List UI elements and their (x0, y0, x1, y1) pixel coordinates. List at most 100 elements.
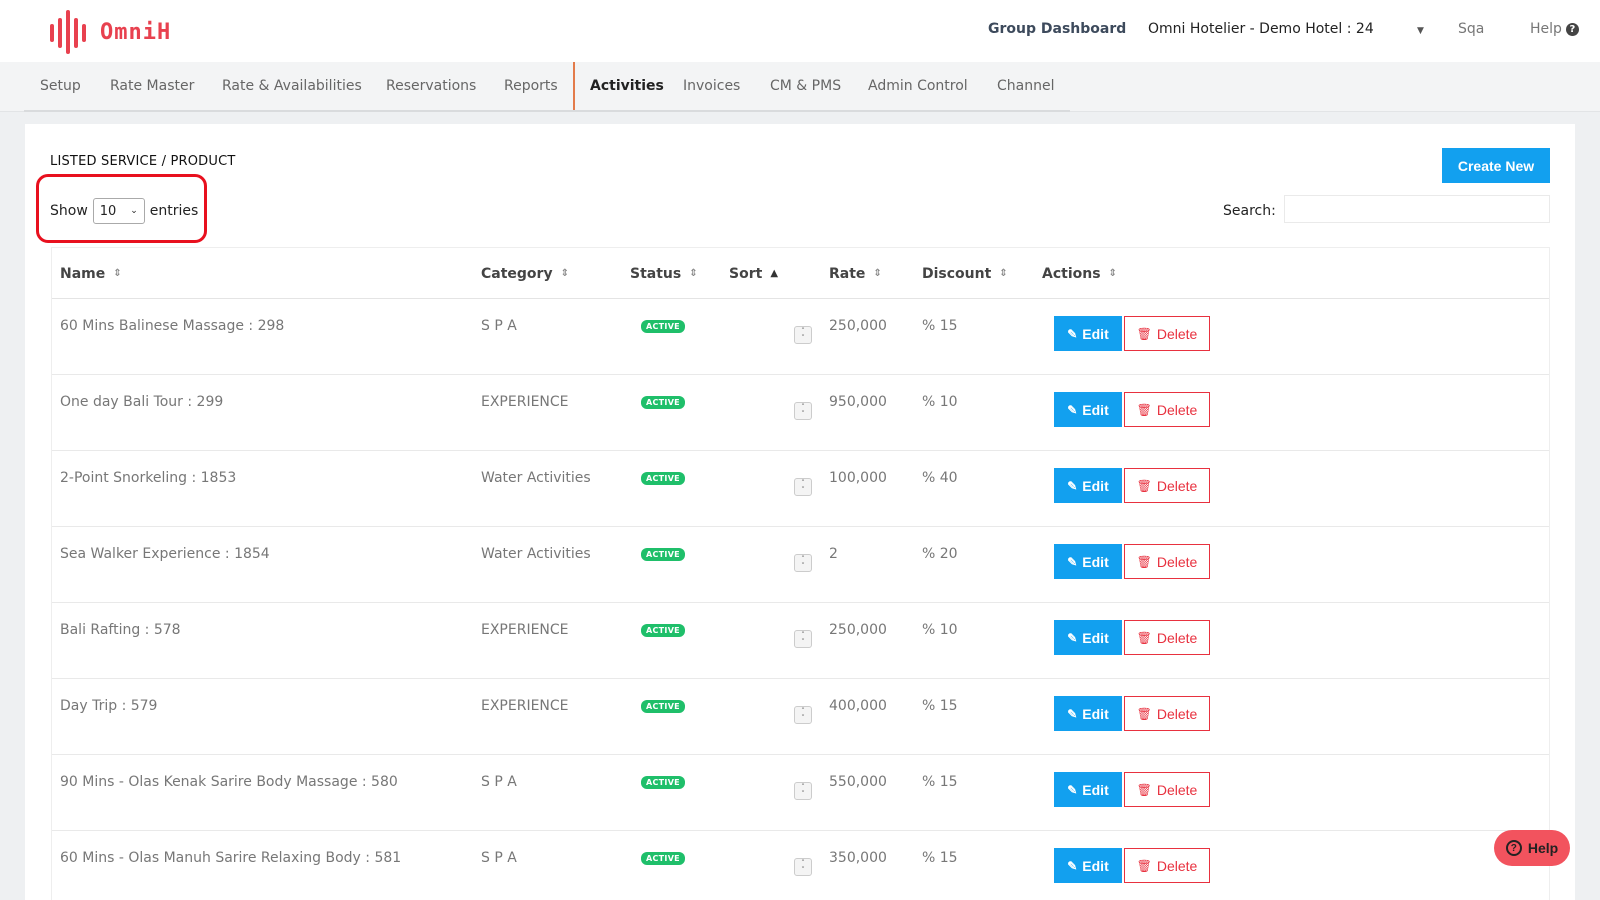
status-badge: ACTIVE (641, 700, 685, 713)
delete-button[interactable]: 🗑 Delete (1124, 392, 1210, 427)
stepper-down-icon[interactable]: ˅ (801, 335, 805, 342)
sort-icon: ⇕ (113, 268, 122, 279)
pencil-icon: ✎ (1067, 478, 1078, 493)
pencil-icon: ✎ (1067, 706, 1078, 721)
pencil-icon: ✎ (1067, 326, 1078, 341)
column-rate[interactable]: Rate ⇕ (829, 266, 882, 282)
edit-button[interactable]: ✎ Edit (1054, 544, 1122, 579)
sort-stepper[interactable]: ˄ ˅ (794, 478, 812, 496)
sort-stepper[interactable]: ˄ ˅ (794, 402, 812, 420)
row-category: EXPERIENCE (481, 622, 569, 638)
row-name: Bali Rafting : 578 (60, 622, 181, 638)
column-name[interactable]: Name ⇕ (60, 266, 122, 282)
stepper-down-icon[interactable]: ˅ (801, 867, 805, 874)
stepper-down-icon[interactable]: ˅ (801, 411, 805, 418)
column-discount[interactable]: Discount ⇕ (922, 266, 1008, 282)
column-category[interactable]: Category ⇕ (481, 266, 569, 282)
edit-label: Edit (1082, 553, 1109, 570)
status-badge: ACTIVE (641, 852, 685, 865)
row-discount: % 15 (922, 698, 958, 714)
column-status[interactable]: Status ⇕ (630, 266, 698, 282)
edit-label: Edit (1082, 325, 1109, 342)
row-discount: % 15 (922, 850, 958, 866)
stepper-down-icon[interactable]: ˅ (801, 487, 805, 494)
nav-admin-control[interactable]: Admin Control (868, 78, 968, 94)
table-header: Name ⇕ Category ⇕ Status ⇕ Sort ▲ Rate ⇕ Disc… (52, 247, 1549, 299)
column-actions[interactable]: Actions ⇕ (1042, 266, 1117, 282)
table-row: Bali Rafting : 578 EXPERIENCE ACTIVE ˄ ˅ … (52, 603, 1549, 679)
delete-label: Delete (1156, 629, 1198, 646)
row-rate: 400,000 (829, 698, 887, 714)
delete-label: Delete (1156, 401, 1198, 418)
stepper-down-icon[interactable]: ˅ (801, 715, 805, 722)
trash-icon: 🗑 (1136, 478, 1152, 493)
omnih-logo[interactable]: OmniH (48, 8, 171, 56)
create-new-button[interactable]: Create New (1442, 148, 1550, 183)
column-status-label: Status (630, 266, 682, 282)
delete-button[interactable]: 🗑 Delete (1124, 696, 1210, 731)
delete-label: Delete (1156, 781, 1198, 798)
column-sort[interactable]: Sort ▲ (729, 266, 778, 282)
status-badge: ACTIVE (641, 396, 685, 409)
page-title: LISTED SERVICE / PRODUCT (50, 154, 236, 169)
row-name: Day Trip : 579 (60, 698, 158, 714)
search-input[interactable] (1284, 195, 1550, 223)
edit-label: Edit (1082, 781, 1109, 798)
edit-label: Edit (1082, 477, 1109, 494)
nav-rate-master[interactable]: Rate Master (110, 78, 194, 94)
stepper-down-icon[interactable]: ˅ (801, 563, 805, 570)
group-dashboard-link[interactable]: Group Dashboard (988, 21, 1126, 37)
sort-stepper[interactable]: ˄ ˅ (794, 782, 812, 800)
edit-button[interactable]: ✎ Edit (1054, 848, 1122, 883)
user-menu[interactable]: Sqa (1458, 21, 1484, 37)
nav-reservations[interactable]: Reservations (386, 78, 476, 94)
sort-stepper[interactable]: ˄ ˅ (794, 706, 812, 724)
services-table: Name ⇕ Category ⇕ Status ⇕ Sort ▲ Rate ⇕ Disc… (51, 247, 1550, 900)
edit-button[interactable]: ✎ Edit (1054, 468, 1122, 503)
sort-stepper[interactable]: ˄ ˅ (794, 326, 812, 344)
nav-rate-availabilities[interactable]: Rate & Availabilities (222, 78, 362, 94)
logo-bars-icon (50, 10, 86, 54)
delete-button[interactable]: 🗑 Delete (1124, 620, 1210, 655)
edit-label: Edit (1082, 401, 1109, 418)
status-badge: ACTIVE (641, 472, 685, 485)
sort-stepper[interactable]: ˄ ˅ (794, 554, 812, 572)
delete-button[interactable]: 🗑 Delete (1124, 468, 1210, 503)
nav-activities[interactable]: Activities (590, 78, 664, 94)
stepper-down-icon[interactable]: ˅ (801, 639, 805, 646)
pencil-icon: ✎ (1067, 630, 1078, 645)
delete-label: Delete (1156, 477, 1198, 494)
row-category: EXPERIENCE (481, 394, 569, 410)
edit-button[interactable]: ✎ Edit (1054, 392, 1122, 427)
delete-button[interactable]: 🗑 Delete (1124, 316, 1210, 351)
nav-setup[interactable]: Setup (40, 78, 81, 94)
nav-invoices[interactable]: Invoices (683, 78, 740, 94)
delete-label: Delete (1156, 325, 1198, 342)
logo-text: OmniH (100, 19, 172, 45)
hotel-selector[interactable]: Omni Hotelier - Demo Hotel : 24 (1148, 21, 1374, 37)
stepper-down-icon[interactable]: ˅ (801, 791, 805, 798)
edit-button[interactable]: ✎ Edit (1054, 620, 1122, 655)
row-category: S P A (481, 774, 517, 790)
sort-stepper[interactable]: ˄ ˅ (794, 858, 812, 876)
trash-icon: 🗑 (1136, 630, 1152, 645)
status-badge: ACTIVE (641, 548, 685, 561)
row-category: Water Activities (481, 470, 591, 486)
edit-button[interactable]: ✎ Edit (1054, 316, 1122, 351)
question-circle-icon: ? (1565, 22, 1579, 36)
sort-stepper[interactable]: ˄ ˅ (794, 630, 812, 648)
table-row: 60 Mins Balinese Massage : 298 S P A ACT… (52, 299, 1549, 375)
floating-help-button[interactable]: ? Help (1494, 830, 1570, 866)
caret-down-icon[interactable]: ▼ (1417, 26, 1424, 36)
edit-button[interactable]: ✎ Edit (1054, 696, 1122, 731)
nav-reports[interactable]: Reports (504, 78, 558, 94)
help-link[interactable]: Help ? (1530, 21, 1579, 37)
nav-cm-pms[interactable]: CM & PMS (770, 78, 841, 94)
edit-button[interactable]: ✎ Edit (1054, 772, 1122, 807)
delete-button[interactable]: 🗑 Delete (1124, 848, 1210, 883)
delete-button[interactable]: 🗑 Delete (1124, 544, 1210, 579)
delete-button[interactable]: 🗑 Delete (1124, 772, 1210, 807)
row-name: One day Bali Tour : 299 (60, 394, 224, 410)
trash-icon: 🗑 (1136, 782, 1152, 797)
nav-channel[interactable]: Channel (997, 78, 1054, 94)
